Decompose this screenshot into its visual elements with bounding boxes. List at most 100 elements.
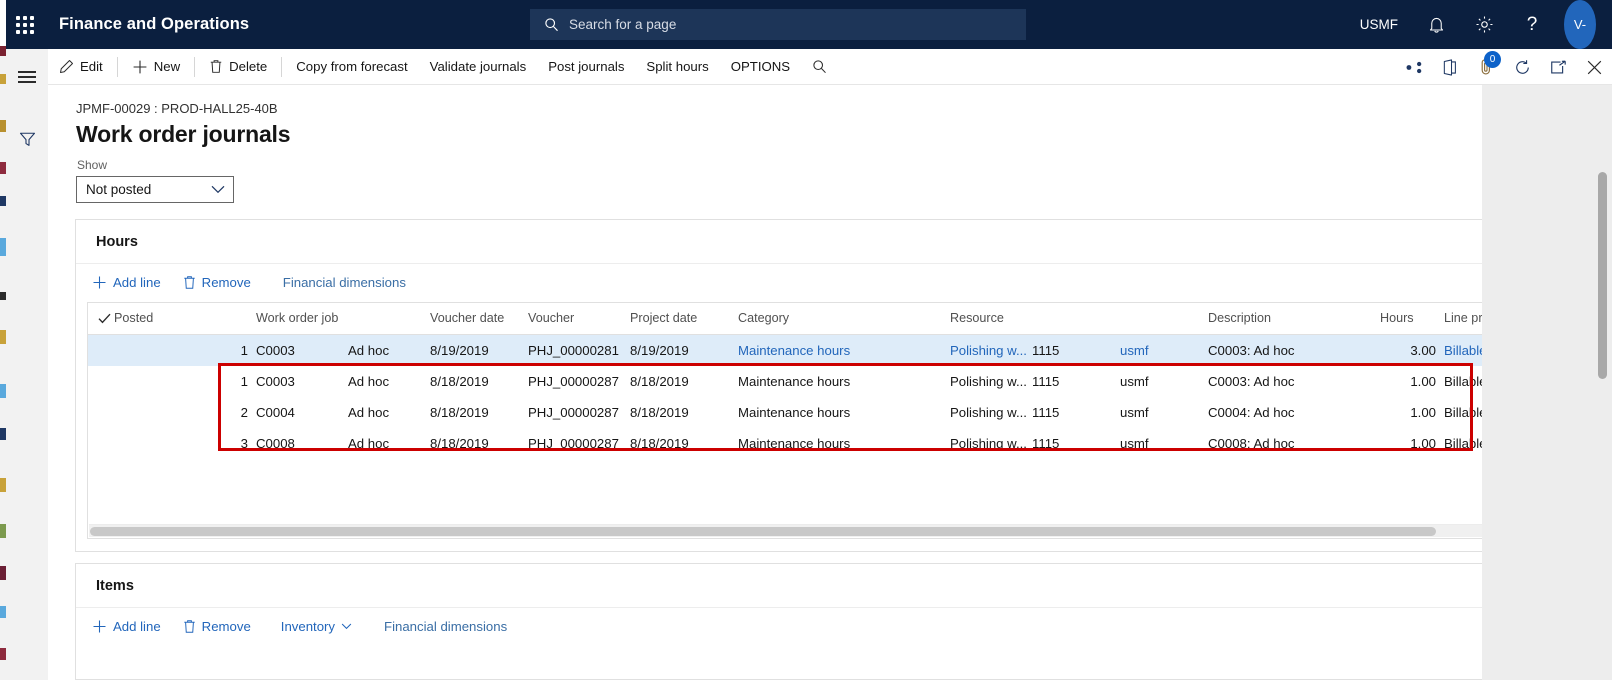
column-header-work-order-job[interactable]: Work order job [256, 303, 348, 335]
column-header-hours[interactable]: Hours [1380, 303, 1436, 335]
validate-journals-button[interactable]: Validate journals [419, 49, 538, 85]
column-header-line-number[interactable] [186, 303, 256, 335]
command-divider [281, 56, 283, 77]
options-button[interactable]: OPTIONS [720, 49, 801, 85]
global-search-placeholder: Search for a page [569, 17, 677, 32]
plus-icon [93, 276, 106, 289]
page-vertical-scrollbar[interactable] [1598, 172, 1607, 379]
cell-posted [114, 366, 186, 397]
app-launcher-button[interactable] [0, 0, 50, 49]
cell-legal-entity[interactable]: usmf [1120, 334, 1208, 366]
row-checkbox[interactable] [88, 397, 114, 428]
cell-resource[interactable]: Polishing w... [950, 428, 1032, 459]
column-header-resource-number[interactable] [1032, 303, 1120, 335]
table-row[interactable]: 2 C0004 Ad hoc 8/18/2019 PHJ_00000287 8/… [88, 397, 1556, 428]
cell-resource-number: 1115 [1032, 334, 1120, 366]
items-inventory-menu-button[interactable]: Inventory [271, 612, 362, 642]
share-button[interactable] [1396, 49, 1432, 85]
cell-category[interactable]: Maintenance hours [738, 334, 950, 366]
attachments-button[interactable]: 0 [1468, 49, 1504, 85]
cell-resource[interactable]: Polishing w... [950, 334, 1032, 366]
copy-from-forecast-button[interactable]: Copy from forecast [285, 49, 418, 85]
delete-button[interactable]: Delete [198, 49, 278, 85]
table-row[interactable]: 1 C0003 Ad hoc 8/18/2019 PHJ_00000287 8/… [88, 366, 1556, 397]
new-button[interactable]: New [121, 49, 191, 85]
cell-project-date: 8/18/2019 [630, 436, 689, 451]
column-header-description[interactable]: Description [1208, 303, 1380, 335]
notifications-button[interactable] [1412, 0, 1460, 49]
cell-hours: 1.00 [1410, 405, 1436, 420]
hours-remove-button[interactable]: Remove [173, 268, 261, 298]
edit-button[interactable]: Edit [48, 49, 114, 85]
cell-job-type: Ad hoc [348, 405, 390, 420]
command-search-button[interactable] [801, 49, 838, 85]
cell-resource[interactable]: Polishing w... [950, 366, 1032, 397]
scrollbar-thumb[interactable] [90, 527, 1436, 536]
row-checkbox[interactable] [88, 334, 114, 366]
cell-description: C0008: Ad hoc [1208, 436, 1295, 451]
hours-toolbar: Add line Remove Financial dimensions [76, 264, 1529, 301]
cell-project-date: 8/19/2019 [630, 334, 738, 366]
split-hours-button[interactable]: Split hours [635, 49, 719, 85]
page-title: Work order journals [76, 121, 291, 147]
cell-job-type: Ad hoc [348, 374, 390, 389]
cell-resource-number: 1115 [1032, 405, 1060, 420]
hours-grid-body: 1 C0003 Ad hoc 8/19/2019 PHJ_00000281 8/… [88, 334, 1556, 460]
chevron-down-icon [341, 623, 352, 630]
column-header-resource[interactable]: Resource [950, 303, 1032, 335]
column-header-job-type[interactable] [348, 303, 430, 335]
left-navigation-rail [6, 49, 48, 680]
row-checkbox[interactable] [88, 366, 114, 397]
filter-pane-button[interactable] [6, 119, 48, 159]
chevron-down-icon [211, 185, 225, 194]
refresh-button[interactable] [1504, 49, 1540, 85]
cell-resource[interactable]: Polishing w... [950, 397, 1032, 428]
post-journals-button[interactable]: Post journals [537, 49, 635, 85]
help-button[interactable]: ? [1508, 0, 1556, 49]
row-checkbox[interactable] [88, 428, 114, 459]
open-in-new-window-button[interactable] [1540, 49, 1576, 85]
hours-section-header[interactable]: Hours [76, 220, 1529, 264]
cell-legal-entity[interactable]: usmf [1120, 366, 1208, 397]
cell-legal-entity[interactable]: usmf [1120, 397, 1208, 428]
column-header-voucher-date[interactable]: Voucher date [430, 303, 528, 335]
share-icon [1406, 61, 1421, 73]
column-header-project-date[interactable]: Project date [630, 303, 738, 335]
cell-project-date: 8/18/2019 [630, 405, 689, 420]
items-remove-button[interactable]: Remove [173, 612, 261, 642]
cell-category[interactable]: Maintenance hours [738, 428, 950, 459]
close-button[interactable] [1576, 49, 1612, 85]
items-inventory-label: Inventory [280, 619, 336, 634]
table-row[interactable]: 3 C0008 Ad hoc 8/18/2019 PHJ_00000287 8/… [88, 428, 1556, 459]
user-avatar[interactable]: V- [1564, 0, 1596, 49]
column-header-legal-entity[interactable] [1120, 303, 1208, 335]
cell-category[interactable]: Maintenance hours [738, 366, 950, 397]
open-in-office-button[interactable] [1432, 49, 1468, 85]
items-financial-dimensions-button[interactable]: Financial dimensions [374, 612, 517, 642]
hours-grid-horizontal-scrollbar[interactable] [89, 524, 1516, 537]
cell-category[interactable]: Maintenance hours [738, 397, 950, 428]
column-header-voucher[interactable]: Voucher [528, 303, 630, 335]
items-section-title: Items [96, 577, 134, 594]
funnel-icon [19, 132, 35, 146]
hours-add-line-button[interactable]: Add line [82, 268, 171, 298]
command-bar-right-icons: 0 [1396, 49, 1612, 85]
table-row[interactable]: 1 C0003 Ad hoc 8/19/2019 PHJ_00000281 8/… [88, 334, 1556, 366]
items-section-header[interactable]: Items [76, 564, 1529, 608]
cell-legal-entity[interactable]: usmf [1120, 428, 1208, 459]
command-bar: Edit New Delete Copy from forecast Valid… [48, 49, 1612, 85]
column-header-category[interactable]: Category [738, 303, 950, 335]
items-remove-label: Remove [201, 619, 251, 634]
column-header-posted[interactable]: Posted [114, 303, 186, 335]
expand-navigation-button[interactable] [6, 57, 48, 97]
items-add-line-button[interactable]: Add line [82, 612, 171, 642]
bell-icon [1429, 18, 1443, 33]
close-icon [1587, 60, 1601, 74]
show-filter-select[interactable]: Not posted [76, 176, 234, 203]
hours-financial-dimensions-button[interactable]: Financial dimensions [273, 268, 416, 298]
select-all-column-header[interactable] [88, 303, 114, 335]
settings-button[interactable] [1460, 0, 1508, 49]
cell-line-number: 3 [240, 436, 248, 451]
company-selector[interactable]: USMF [1346, 0, 1412, 49]
global-search-input[interactable]: Search for a page [530, 9, 1026, 40]
